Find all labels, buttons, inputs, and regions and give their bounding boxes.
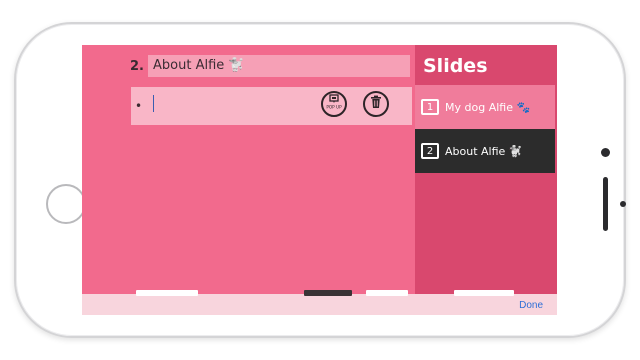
home-button[interactable] <box>46 184 86 224</box>
slide-list-item-1[interactable]: 1 My dog Alfie 🐾 <box>415 85 555 129</box>
front-camera <box>601 148 610 157</box>
app-screen: 2. About Alfie 🐩 • POP UP Slides 1 My do… <box>82 45 557 315</box>
toolbar-button[interactable] <box>136 290 198 296</box>
slide-number-badge: 2 <box>421 143 439 159</box>
keyboard-toolbar: Done <box>82 290 557 315</box>
popup-icon: POP UP <box>325 93 343 115</box>
proximity-sensor <box>620 201 626 207</box>
toolbar-button[interactable] <box>366 290 408 296</box>
slide-list-label: About Alfie 🐩 <box>445 144 523 158</box>
slide-number-badge: 1 <box>421 99 439 115</box>
slide-list-label: My dog Alfie 🐾 <box>445 100 531 114</box>
popup-icon-label: POP UP <box>326 105 342 110</box>
text-caret <box>153 95 154 112</box>
slide-list-item-2[interactable]: 2 About Alfie 🐩 <box>415 129 555 173</box>
slide-title-input[interactable]: About Alfie 🐩 <box>148 55 410 77</box>
done-button[interactable]: Done <box>519 300 543 311</box>
toolbar-button[interactable] <box>454 290 514 296</box>
toolbar-button[interactable] <box>304 290 352 296</box>
bullet-marker: • <box>135 99 143 113</box>
slides-sidebar: Slides 1 My dog Alfie 🐾 2 About Alfie 🐩 <box>415 45 557 315</box>
popup-button[interactable]: POP UP <box>321 91 347 117</box>
bullet-input-row[interactable]: • POP UP <box>131 87 412 125</box>
earpiece-speaker <box>603 177 608 231</box>
slide-editor: 2. About Alfie 🐩 • POP UP <box>82 45 415 315</box>
sidebar-title: Slides <box>423 55 488 77</box>
delete-bullet-button[interactable] <box>363 91 389 117</box>
slide-number: 2. <box>130 59 144 74</box>
trash-icon <box>368 94 384 114</box>
